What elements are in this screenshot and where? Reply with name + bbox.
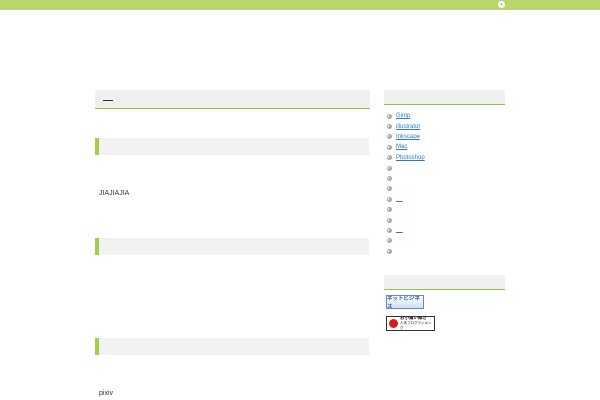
category-item[interactable]: Gimp — [387, 111, 505, 121]
banner-subtitle: 人気ブログランキング — [400, 321, 432, 330]
category-item[interactable]: Photoshop — [387, 153, 505, 163]
blog-ranking-banner[interactable]: お小遣い稼ぎ 人気ブログランキング — [386, 316, 435, 331]
category-item[interactable]: Inkscape — [387, 132, 505, 142]
main-header-bar — [95, 90, 370, 109]
category-item[interactable] — [387, 163, 505, 173]
category-item[interactable] — [387, 236, 505, 246]
category-item[interactable]: __ — [387, 225, 505, 235]
arrow-bullet-icon — [387, 238, 392, 244]
sidebar-category-header — [384, 90, 505, 105]
arrow-bullet-icon — [387, 165, 392, 171]
net-business-banner[interactable]: ネットビジネス — [386, 295, 424, 309]
category-link[interactable]: illustrator — [396, 124, 420, 130]
arrow-bullet-icon — [387, 124, 392, 130]
arrow-bullet-icon — [387, 134, 392, 140]
category-link[interactable]: __ — [396, 227, 403, 233]
category-item[interactable]: __ — [387, 194, 505, 204]
arrow-bullet-icon — [387, 217, 392, 223]
category-link[interactable]: Inkscape — [396, 134, 420, 140]
category-item[interactable] — [387, 215, 505, 225]
category-item[interactable] — [387, 205, 505, 215]
arrow-bullet-icon — [387, 113, 392, 119]
chevron-right-icon[interactable]: › — [498, 1, 505, 8]
blog-ranking-logo-icon — [389, 319, 398, 328]
arrow-bullet-icon — [387, 186, 392, 192]
category-item[interactable] — [387, 184, 505, 194]
category-link[interactable]: Photoshop — [396, 155, 425, 161]
arrow-bullet-icon — [387, 227, 392, 233]
arrow-bullet-icon — [387, 144, 392, 150]
category-item[interactable] — [387, 173, 505, 183]
arrow-bullet-icon — [387, 207, 392, 213]
category-list: Gimp illustrator Inkscape Mac Photoshop … — [387, 111, 505, 256]
category-link[interactable]: Mac — [396, 144, 407, 150]
section-heading-1 — [95, 138, 369, 155]
arrow-bullet-icon — [387, 155, 392, 161]
sidebar-ranking-header — [384, 275, 505, 290]
category-item[interactable] — [387, 246, 505, 256]
top-bar: › — [0, 0, 600, 10]
arrow-bullet-icon — [387, 196, 392, 202]
category-item[interactable]: illustrator — [387, 121, 505, 131]
section-heading-3 — [95, 338, 369, 355]
post-text-2: pixiv — [99, 390, 114, 397]
main-header-link[interactable] — [103, 99, 113, 101]
category-item[interactable]: Mac — [387, 142, 505, 152]
section-heading-2 — [95, 238, 369, 255]
category-link[interactable]: Gimp — [396, 113, 410, 119]
arrow-bullet-icon — [387, 176, 392, 182]
banner-label: ネットビジネス — [387, 296, 421, 309]
banner-text: お小遣い稼ぎ 人気ブログランキング — [400, 317, 434, 330]
arrow-bullet-icon — [387, 248, 392, 254]
post-text-1: JIAJIAJIA — [99, 190, 130, 197]
category-link[interactable]: __ — [396, 196, 403, 202]
